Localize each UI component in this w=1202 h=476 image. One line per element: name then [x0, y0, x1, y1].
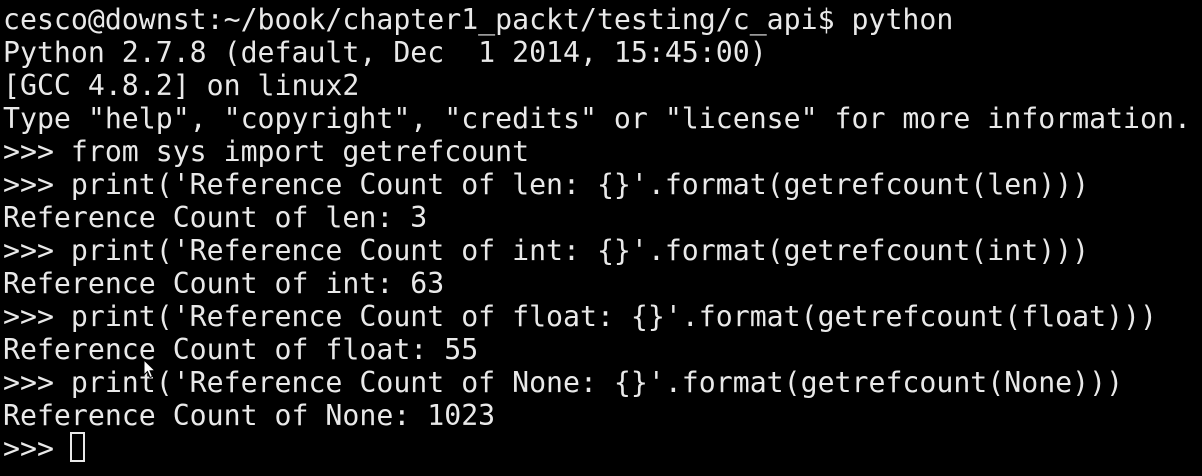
mouse-pointer-icon — [143, 359, 157, 379]
shell-command-line: cesco@downst:~/book/chapter1_packt/testi… — [3, 3, 954, 36]
repl-output-line: Reference Count of len: 3 — [3, 201, 428, 234]
repl-input-line: >>> from sys import getrefcount — [3, 135, 530, 168]
repl-input-line: >>> print('Reference Count of len: {}'.f… — [3, 168, 1090, 201]
repl-output-line: Reference Count of None: 1023 — [3, 399, 496, 432]
repl-output-line: Reference Count of float: 55 — [3, 333, 479, 366]
repl-output-line: Reference Count of int: 63 — [3, 267, 445, 300]
help-hint-line: Type "help", "copyright", "credits" or "… — [3, 102, 1191, 135]
repl-input-line: >>> print('Reference Count of None: {}'.… — [3, 366, 1124, 399]
terminal-window[interactable]: cesco@downst:~/book/chapter1_packt/testi… — [0, 0, 1202, 476]
block-cursor-icon — [70, 432, 85, 462]
gcc-info-line: [GCC 4.8.2] on linux2 — [3, 69, 360, 102]
active-prompt[interactable]: >>> — [3, 432, 71, 465]
repl-input-line: >>> print('Reference Count of float: {}'… — [3, 300, 1157, 333]
python-version-line: Python 2.7.8 (default, Dec 1 2014, 15:45… — [3, 36, 767, 69]
repl-input-line: >>> print('Reference Count of int: {}'.f… — [3, 234, 1090, 267]
